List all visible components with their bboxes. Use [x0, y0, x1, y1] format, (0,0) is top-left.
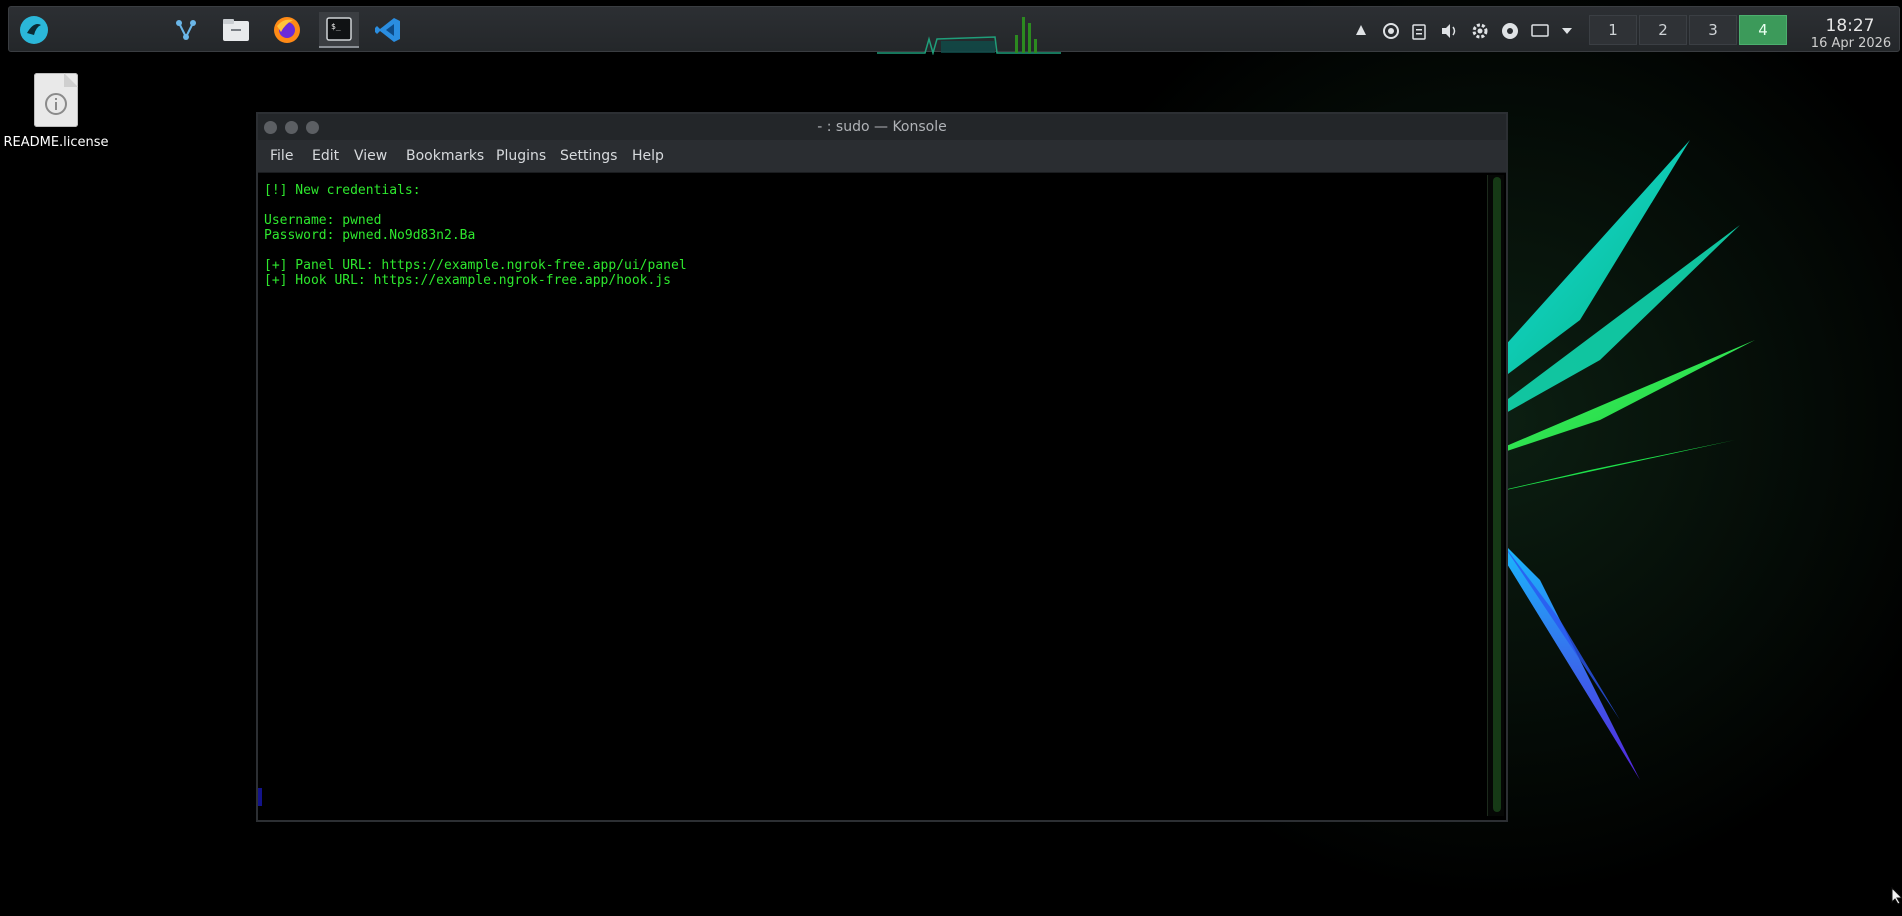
desktop-file-label: README.license	[3, 135, 109, 150]
firefox-icon[interactable]	[272, 15, 302, 45]
volume-icon[interactable]	[1439, 21, 1459, 41]
window-title: - : sudo — Konsole	[817, 119, 947, 135]
terminal-output[interactable]: [!] New credentials: Username: pwned Pas…	[258, 173, 1486, 820]
bird-launcher-icon[interactable]	[19, 15, 49, 45]
system-monitor-graph[interactable]	[875, 13, 1061, 55]
file-manager-icon[interactable]	[221, 15, 251, 45]
menu-view[interactable]: View	[354, 148, 387, 164]
terminal-icon[interactable]: $_	[319, 12, 359, 48]
scrollbar-thumb[interactable]	[1493, 177, 1501, 812]
terminal-line: Username: pwned	[264, 213, 382, 228]
record-icon[interactable]	[1500, 21, 1520, 41]
clock-date[interactable]: 16 Apr 2026	[1797, 36, 1902, 51]
vscode-icon[interactable]	[373, 15, 403, 45]
settings-icon[interactable]	[1470, 21, 1490, 41]
terminal-scrollbar[interactable]	[1487, 175, 1504, 816]
notification-icon[interactable]	[1351, 21, 1371, 41]
mouse-cursor-icon	[1891, 887, 1902, 905]
expand-icon[interactable]	[1557, 21, 1577, 41]
menu-edit[interactable]: Edit	[312, 148, 339, 164]
document-info-icon	[34, 73, 78, 127]
top-panel: $_ 1 2 3 4 18:27 16 Apr 2026	[8, 6, 1902, 55]
menu-settings[interactable]: Settings	[560, 148, 617, 164]
desktop-file[interactable]: README.license	[0, 70, 112, 150]
menu-bookmarks[interactable]: Bookmarks	[406, 148, 484, 164]
desktop-3-button[interactable]: 3	[1689, 15, 1737, 45]
terminal-line: [+] Hook URL: https://example.ngrok-free…	[264, 273, 671, 288]
display-icon[interactable]	[1530, 21, 1550, 41]
terminal-cursor	[258, 788, 262, 806]
desktop-1-button[interactable]: 1	[1589, 15, 1637, 45]
terminal-line: Password: pwned.No9d83n2.Ba	[264, 228, 476, 243]
menu-help[interactable]: Help	[632, 148, 664, 164]
window-titlebar[interactable]: - : sudo — Konsole	[258, 114, 1506, 140]
menu-bar: File Edit View Bookmarks Plugins Setting…	[258, 140, 1506, 173]
terminal-line: [!] New credentials:	[264, 183, 421, 198]
svg-text:$_: $_	[331, 22, 341, 31]
menu-plugins[interactable]: Plugins	[496, 148, 546, 164]
konsole-window: - : sudo — Konsole File Edit View Bookma…	[256, 112, 1508, 822]
network-tool-icon[interactable]	[171, 15, 201, 45]
desktop-2-button[interactable]: 2	[1639, 15, 1687, 45]
update-icon[interactable]	[1381, 21, 1401, 41]
clipboard-icon[interactable]	[1409, 21, 1429, 41]
desktop-4-button[interactable]: 4	[1739, 15, 1787, 45]
terminal-line: [+] Panel URL: https://example.ngrok-fre…	[264, 258, 687, 273]
clock-time[interactable]: 18:27	[1815, 16, 1885, 36]
menu-file[interactable]: File	[270, 148, 293, 164]
